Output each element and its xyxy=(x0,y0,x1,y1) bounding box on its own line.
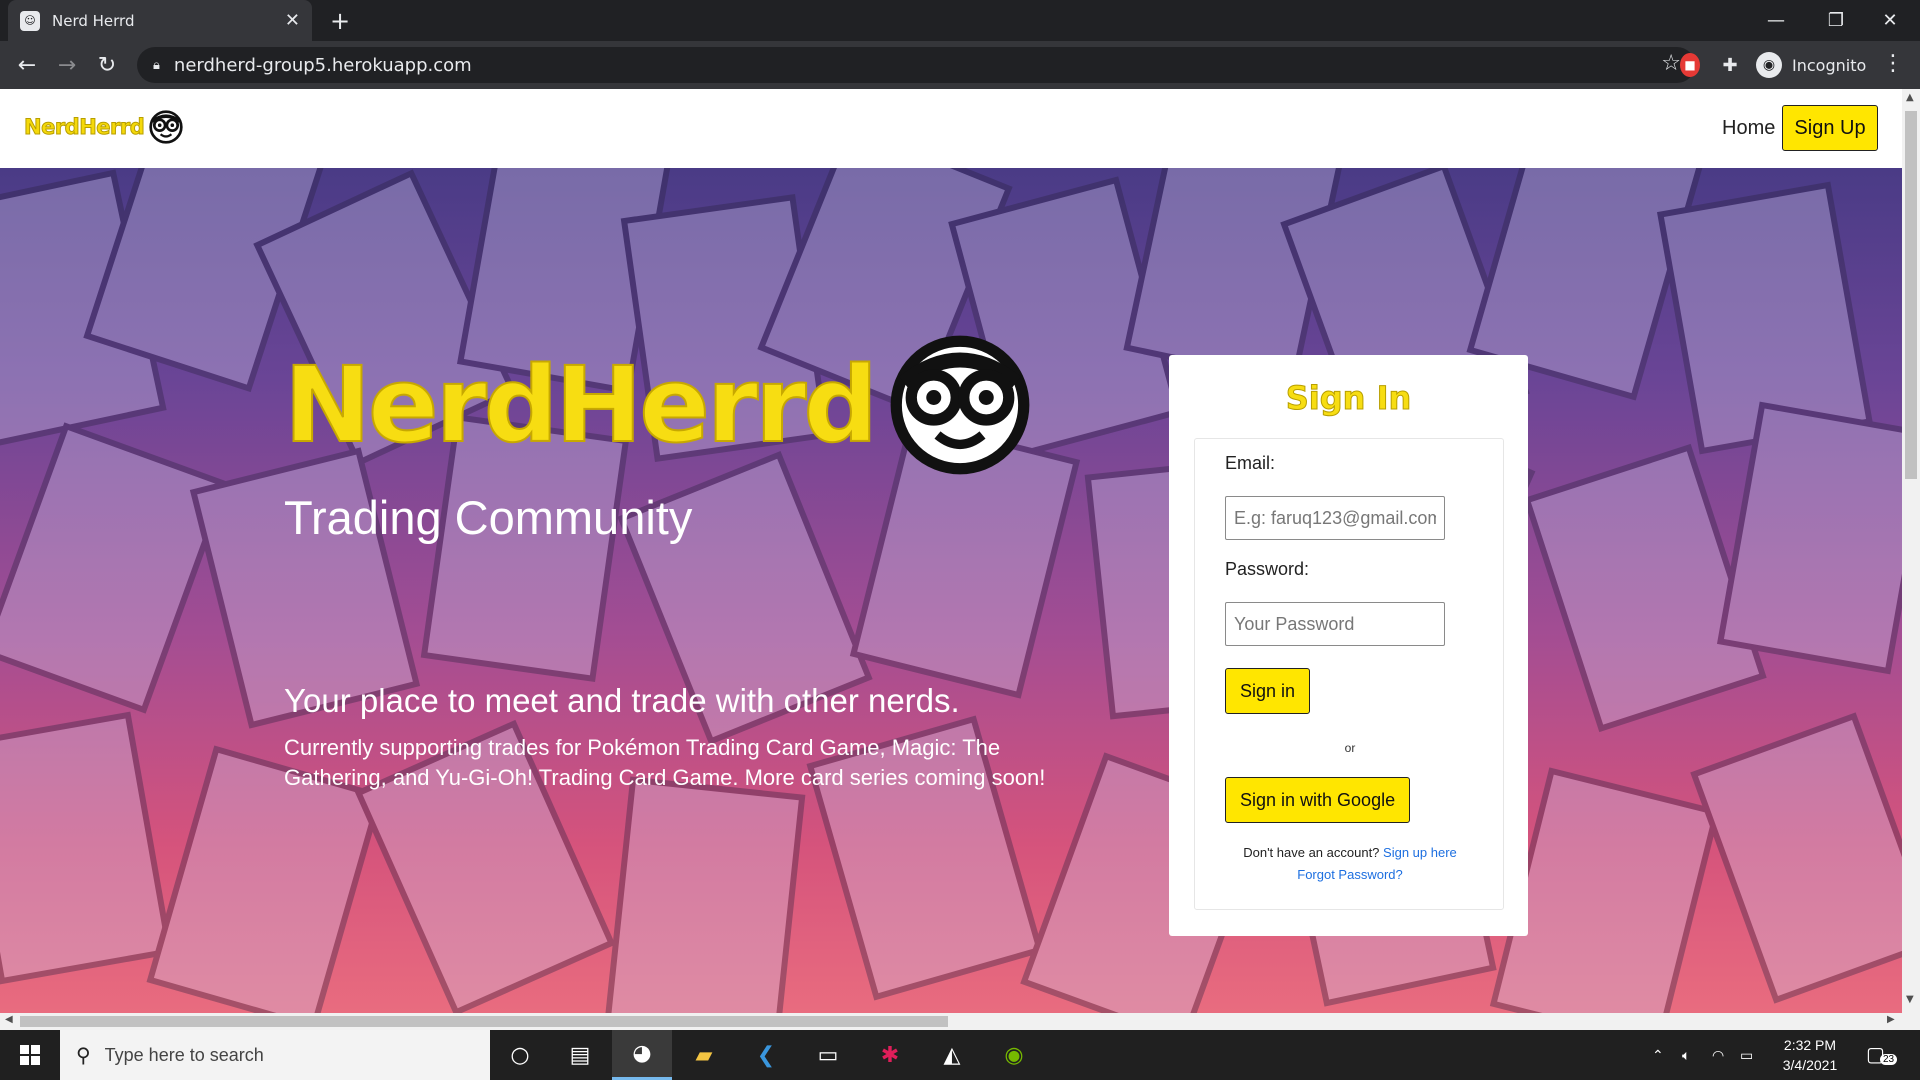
site-navbar: NerdHerrd Home Sign Up xyxy=(0,89,1902,168)
hero-content: NerdHerrd Trading Community xyxy=(283,330,1035,545)
forward-arrow-icon[interactable]: → xyxy=(52,50,82,80)
password-field[interactable] xyxy=(1225,602,1445,646)
clock-time: 2:32 PM xyxy=(1783,1037,1837,1053)
nav-signup-button[interactable]: Sign Up xyxy=(1782,105,1878,151)
back-arrow-icon[interactable]: ← xyxy=(12,50,42,80)
start-button[interactable] xyxy=(0,1030,60,1080)
email-label: Email: xyxy=(1225,453,1276,473)
reload-icon[interactable]: ↻ xyxy=(92,50,122,80)
signin-button[interactable]: Sign in xyxy=(1225,668,1311,714)
vscode-icon[interactable]: ❮ xyxy=(736,1030,796,1080)
taskbar-search-placeholder: Type here to search xyxy=(104,1044,264,1065)
forgot-password-link[interactable]: Forgot Password? xyxy=(1297,867,1403,882)
no-account-text: Don't have an account? xyxy=(1243,845,1380,860)
bookmark-star-icon[interactable]: ☆ xyxy=(1661,51,1681,76)
signin-title: Sign In xyxy=(1285,379,1412,418)
taskbar-search[interactable]: ⚲ Type here to search xyxy=(60,1030,490,1080)
account-links: Don't have an account? Sign up here Forg… xyxy=(1195,842,1505,886)
new-tab-button[interactable]: + xyxy=(326,7,354,35)
google-signin-button[interactable]: Sign in with Google xyxy=(1225,777,1411,823)
windows-taskbar: ⚲ Type here to search ○ ▤ ◕ ▰ ❮ ▭ ✱ ◭ ◉ … xyxy=(0,1030,1920,1080)
hero-section: NerdHerrd Trading Community Your place t… xyxy=(0,168,1902,1013)
logo-wordmark: NerdHerrd xyxy=(23,115,145,140)
tray-chevron-icon[interactable]: ⌃ xyxy=(1652,1030,1664,1080)
address-bar[interactable]: 🔒︎ nerdherd-group5.herokuapp.com ☆ xyxy=(137,47,1695,83)
action-center-icon[interactable]: ▢ 23 xyxy=(1866,1042,1898,1066)
tab-close-icon[interactable]: ✕ xyxy=(285,10,300,31)
battery-icon[interactable]: ▭ xyxy=(1740,1030,1753,1080)
incognito-profile-button[interactable]: ◉ Incognito xyxy=(1756,50,1866,80)
vertical-scroll-thumb[interactable] xyxy=(1905,111,1917,479)
nav-home-link[interactable]: Home xyxy=(1722,117,1775,140)
url-text: nerdherd-group5.herokuapp.com xyxy=(173,54,472,76)
minimize-button[interactable]: — xyxy=(1746,0,1806,41)
taskbar-clock[interactable]: 2:32 PM 3/4/2021 xyxy=(1768,1035,1852,1075)
hero-brand: NerdHerrd xyxy=(283,330,1035,480)
signin-card: Sign In Email: Password: Sign in or Sign… xyxy=(1169,355,1528,936)
email-field[interactable] xyxy=(1225,496,1445,540)
search-icon: ⚲ xyxy=(76,1044,91,1067)
or-divider: or xyxy=(1344,741,1356,755)
hero-description: Currently supporting trades for Pokémon … xyxy=(284,735,1046,790)
slack-icon[interactable]: ✱ xyxy=(860,1030,920,1080)
chrome-taskbar-icon[interactable]: ◕ xyxy=(612,1030,672,1080)
scroll-up-icon[interactable]: ▲ xyxy=(1906,92,1914,103)
scroll-left-icon[interactable]: ◀ xyxy=(5,1014,13,1025)
page-viewport: NerdHerrd Home Sign Up NerdHerrd Trading… xyxy=(0,89,1902,1013)
vertical-scrollbar[interactable]: ▲ ▼ xyxy=(1902,89,1920,1030)
nerd-mascot-logo-icon xyxy=(149,110,183,144)
hero-subtitle: Trading Community xyxy=(284,491,693,544)
signin-form: Email: Password: Sign in or Sign in with… xyxy=(1194,438,1504,910)
signup-link[interactable]: Sign up here xyxy=(1383,845,1457,860)
file-explorer-icon[interactable]: ▰ xyxy=(674,1030,734,1080)
browser-tabstrip: ☺ Nerd Herrd ✕ + — ❐ ✕ xyxy=(0,0,1920,41)
windows-logo-icon xyxy=(20,1045,40,1065)
hero-tagline: Your place to meet and trade with other … xyxy=(284,682,960,719)
site-logo[interactable]: NerdHerrd xyxy=(23,109,184,145)
password-label: Password: xyxy=(1225,559,1310,579)
notification-count-badge: 23 xyxy=(1880,1054,1898,1065)
clock-date: 3/4/2021 xyxy=(1782,1057,1838,1073)
extension-shield-icon[interactable]: ■ xyxy=(1680,53,1700,77)
hero-brand-wordmark: NerdHerrd xyxy=(283,343,879,467)
close-window-button[interactable]: ✕ xyxy=(1860,0,1920,41)
incognito-label: Incognito xyxy=(1792,55,1867,75)
browser-toolbar: ← → ↻ 🔒︎ nerdherd-group5.herokuapp.com ☆… xyxy=(0,41,1920,89)
incognito-icon: ◉ xyxy=(1756,52,1782,78)
horizontal-scroll-thumb[interactable] xyxy=(20,1016,948,1027)
maximize-button[interactable]: ❐ xyxy=(1806,0,1866,41)
cortana-icon[interactable]: ○ xyxy=(490,1030,550,1080)
lock-icon: 🔒︎ xyxy=(153,57,160,73)
browser-tab[interactable]: ☺ Nerd Herrd ✕ xyxy=(8,0,312,41)
nerd-mascot-large-icon xyxy=(890,335,1030,475)
task-view-icon[interactable]: ▤ xyxy=(550,1030,610,1080)
scroll-down-icon[interactable]: ▼ xyxy=(1906,994,1914,1005)
game-launcher-icon[interactable]: ◭ xyxy=(922,1030,982,1080)
wifi-icon[interactable]: ◠ xyxy=(1712,1030,1724,1080)
volume-icon[interactable]: 🔈︎ xyxy=(1682,1030,1690,1080)
trading-cards-background xyxy=(0,168,1902,1013)
tab-title: Nerd Herrd xyxy=(52,11,135,30)
horizontal-scrollbar[interactable]: ◀ ▶ xyxy=(0,1013,1902,1030)
terminal-icon[interactable]: ▭ xyxy=(798,1030,858,1080)
browser-menu-icon[interactable]: ⋮ xyxy=(1882,51,1904,76)
nvidia-icon[interactable]: ◉ xyxy=(984,1030,1044,1080)
nerd-mascot-favicon-icon: ☺ xyxy=(20,10,40,31)
scroll-right-icon[interactable]: ▶ xyxy=(1887,1014,1895,1025)
extensions-puzzle-icon[interactable]: ✚ xyxy=(1716,51,1744,79)
